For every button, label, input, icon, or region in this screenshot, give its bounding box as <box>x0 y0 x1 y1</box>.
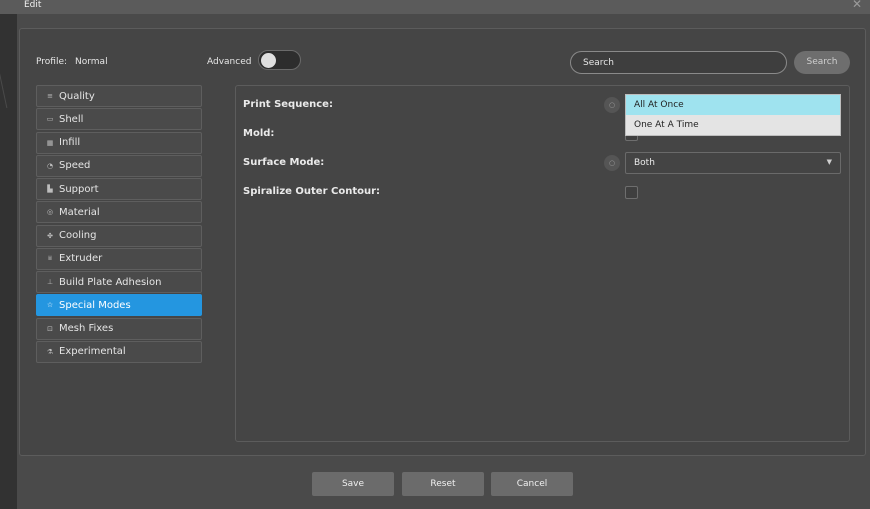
support-icon: ▙ <box>47 185 53 193</box>
print-sequence-reset-icon[interactable]: ○ <box>604 97 620 113</box>
speed-icon: ◔ <box>46 161 54 170</box>
sidebar-item-label: Build Plate Adhesion <box>59 276 162 288</box>
build-plate-icon: ⊥ <box>46 278 54 286</box>
sidebar-item-infill[interactable]: ▦ Infill <box>36 131 202 154</box>
sidebar-item-label: Support <box>59 183 99 195</box>
sidebar-item-material[interactable]: ◎ Material <box>36 201 202 224</box>
advanced-toggle[interactable] <box>258 50 301 70</box>
dropdown-option-all-at-once[interactable]: All At Once <box>626 95 840 115</box>
spiralize-label: Spiralize Outer Contour: <box>243 186 381 197</box>
sidebar-item-label: Material <box>59 206 100 218</box>
sidebar-item-extruder[interactable]: ⩸ Extruder <box>36 247 202 270</box>
mold-label: Mold: <box>243 128 275 139</box>
spiralize-checkbox[interactable] <box>625 186 638 199</box>
fan-icon: ✤ <box>47 231 53 240</box>
sidebar-item-build-plate-adhesion[interactable]: ⊥ Build Plate Adhesion <box>36 271 202 293</box>
category-sidebar: ≡ Quality ▭ Shell ▦ Infill ◔ Speed ▙ Support ◎ Mate… <box>36 85 202 364</box>
sidebar-item-speed[interactable]: ◔ Speed <box>36 154 202 177</box>
sidebar-item-label: Experimental <box>59 346 126 358</box>
sidebar-item-cooling[interactable]: ✤ Cooling <box>36 224 202 247</box>
quality-icon: ≡ <box>47 92 53 100</box>
profile-value: Normal <box>75 57 108 67</box>
material-icon: ◎ <box>46 208 54 217</box>
profile-label: Profile: <box>36 57 68 67</box>
settings-panel <box>235 85 850 442</box>
sidebar-item-special-modes[interactable]: ☆ Special Modes <box>36 294 202 317</box>
sidebar-item-mesh-fixes[interactable]: ⊡ Mesh Fixes <box>36 317 202 340</box>
save-button[interactable]: Save <box>312 472 394 496</box>
window-title: Edit <box>24 0 42 10</box>
mesh-icon: ⊡ <box>47 324 53 333</box>
sidebar-item-label: Infill <box>59 137 81 148</box>
search-input[interactable] <box>570 51 787 74</box>
dropdown-option-one-at-a-time[interactable]: One At A Time <box>626 115 840 135</box>
chevron-down-icon: ▼ <box>826 158 832 166</box>
advanced-label: Advanced <box>207 57 252 67</box>
sidebar-item-label: Cooling <box>59 230 97 241</box>
surface-mode-select[interactable]: Both ▼ <box>625 152 841 174</box>
surface-mode-value: Both <box>634 158 655 168</box>
surface-mode-reset-icon[interactable]: ○ <box>604 155 620 171</box>
flask-icon: ⚗ <box>46 347 54 356</box>
search-button[interactable]: Search <box>794 51 850 74</box>
sidebar-item-label: Shell <box>59 113 84 125</box>
sidebar-item-shell[interactable]: ▭ Shell <box>36 108 202 131</box>
title-bar: Edit ✕ <box>0 0 870 14</box>
sidebar-item-label: Extruder <box>59 253 103 265</box>
cancel-button[interactable]: Cancel <box>491 472 573 496</box>
sidebar-item-quality[interactable]: ≡ Quality <box>36 85 202 107</box>
close-icon[interactable]: ✕ <box>852 0 862 10</box>
print-sequence-label: Print Sequence: <box>243 99 333 110</box>
surface-mode-label: Surface Mode: <box>243 157 325 168</box>
sidebar-item-label: Quality <box>59 90 95 102</box>
infill-icon: ▦ <box>46 138 54 147</box>
toggle-knob <box>261 53 276 68</box>
sidebar-item-experimental[interactable]: ⚗ Experimental <box>36 340 202 363</box>
sidebar-item-label: Mesh Fixes <box>59 323 114 334</box>
extruder-icon: ⩸ <box>47 254 53 263</box>
print-sequence-dropdown: All At Once One At A Time <box>625 94 841 136</box>
reset-button[interactable]: Reset <box>402 472 484 496</box>
shell-icon: ▭ <box>46 115 54 124</box>
sidebar-item-support[interactable]: ▙ Support <box>36 178 202 200</box>
sidebar-item-label: Speed <box>59 160 91 172</box>
star-icon: ☆ <box>46 301 54 310</box>
sidebar-item-label: Special Modes <box>59 299 131 311</box>
